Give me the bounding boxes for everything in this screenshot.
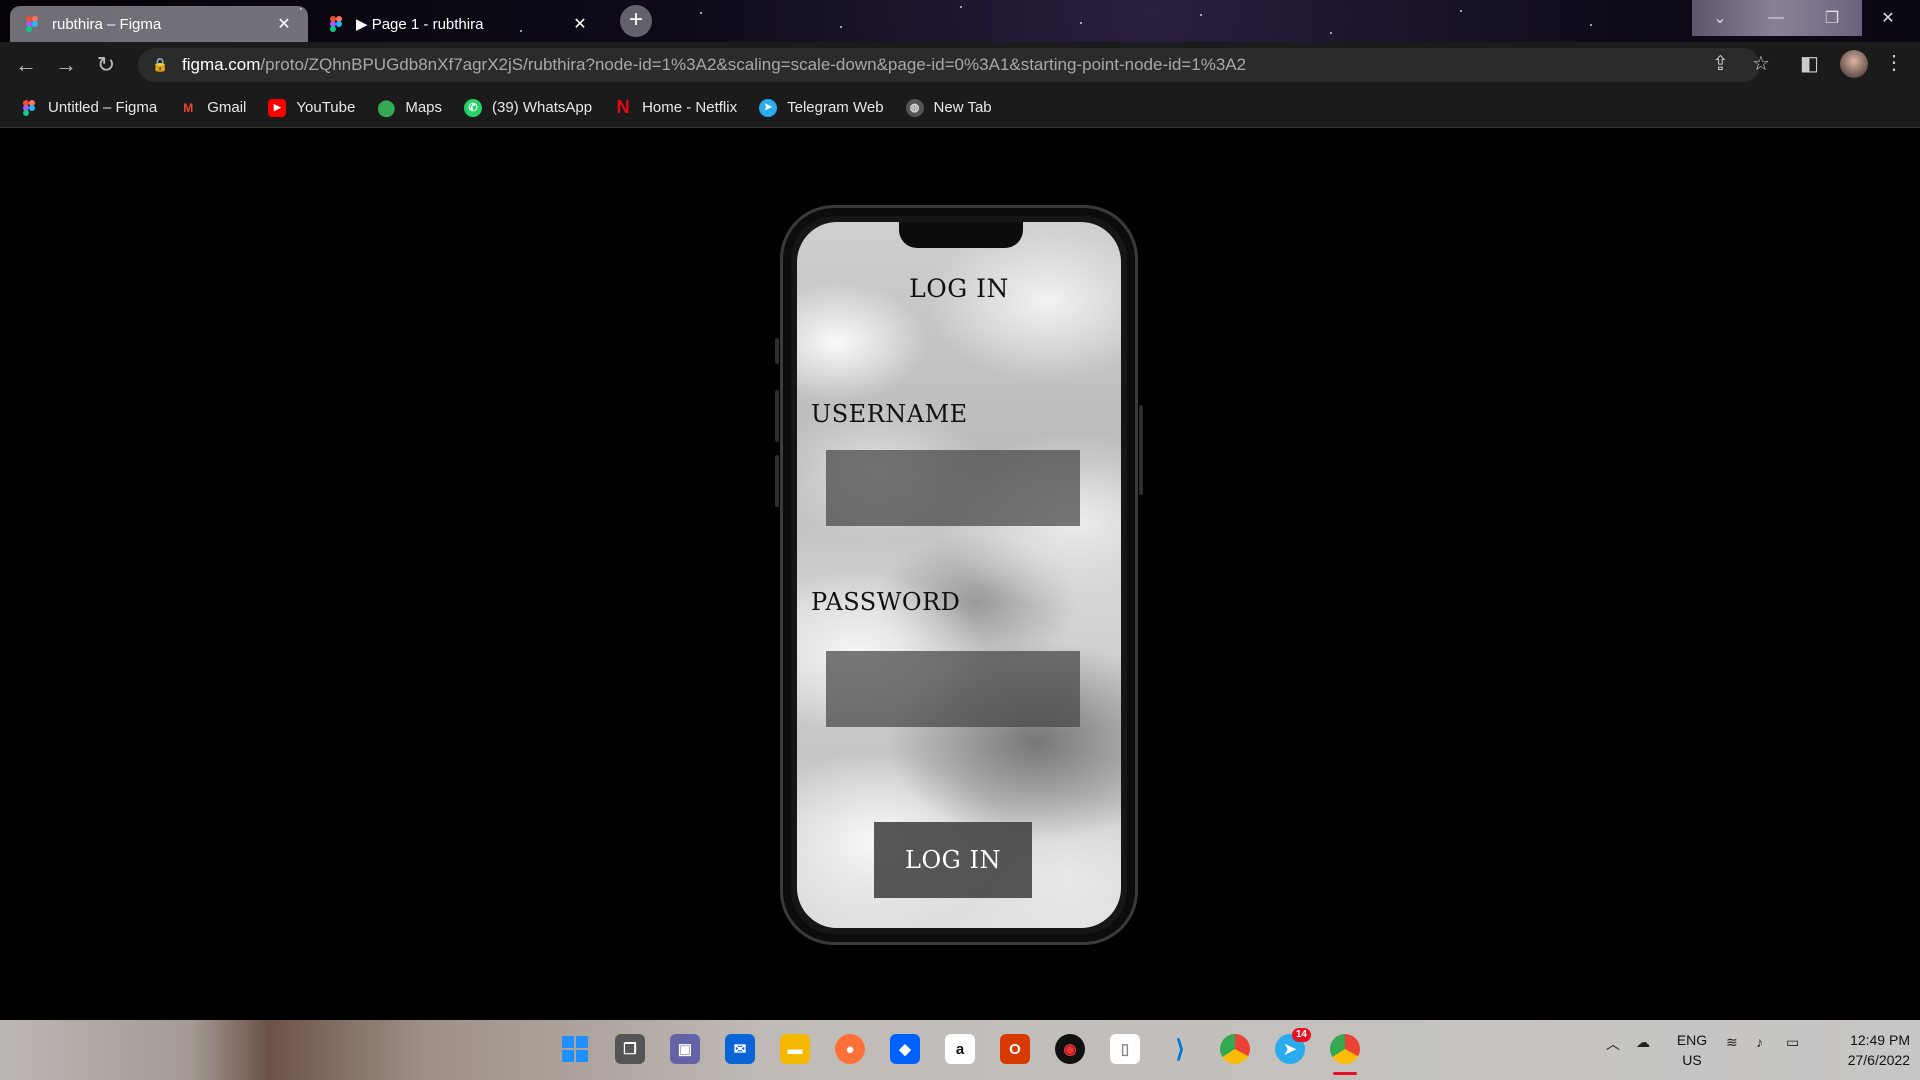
phone-volume-down bbox=[775, 455, 779, 507]
forward-icon[interactable]: → bbox=[52, 51, 80, 79]
lock-icon: 🔒 bbox=[152, 57, 169, 72]
maps-icon: ⬤ bbox=[377, 99, 396, 117]
tab-page1-rubthira[interactable]: ▶ Page 1 - rubthira ✕ bbox=[314, 6, 604, 42]
bookmark-label: YouTube bbox=[296, 99, 356, 116]
bookmark-label: Telegram Web bbox=[787, 99, 884, 116]
bookmark-label: (39) WhatsApp bbox=[492, 99, 593, 116]
page-title: LOG IN bbox=[909, 274, 1009, 303]
login-button[interactable]: LOG IN bbox=[874, 822, 1032, 898]
close-window-icon[interactable]: ✕ bbox=[1860, 0, 1916, 36]
globe-icon: ◍ bbox=[905, 98, 924, 117]
profile-avatar[interactable] bbox=[1840, 50, 1868, 78]
language-indicator[interactable]: ENG US bbox=[1672, 1030, 1712, 1070]
telegram-badge: 14 bbox=[1291, 1028, 1311, 1042]
figma-icon bbox=[20, 99, 38, 117]
login-screen: LOG IN USERNAME PASSWORD LOG IN bbox=[797, 222, 1121, 928]
url-domain: figma.com bbox=[182, 55, 261, 74]
netflix-icon: N bbox=[616, 97, 630, 117]
wifi-icon[interactable]: ≋ bbox=[1726, 1034, 1738, 1051]
gmail-icon: M bbox=[183, 100, 194, 115]
clock[interactable]: 12:49 PM 27/6/2022 bbox=[1820, 1030, 1910, 1070]
chrome-active-icon[interactable] bbox=[1330, 1034, 1360, 1064]
app-red-icon[interactable]: ◉ bbox=[1055, 1034, 1085, 1064]
username-label: USERNAME bbox=[811, 400, 968, 428]
tray-overflow-icon[interactable]: ︿ bbox=[1606, 1034, 1620, 1054]
phone-power-button bbox=[1139, 405, 1143, 495]
phone-volume-up bbox=[775, 390, 779, 442]
file-explorer-icon[interactable]: ▬ bbox=[780, 1034, 810, 1064]
bookmark-maps[interactable]: ⬤ Maps bbox=[377, 99, 442, 117]
phone-silent-switch bbox=[775, 338, 779, 364]
bookmark-untitled-figma[interactable]: Untitled – Figma bbox=[20, 99, 157, 117]
tab-label: rubthira – Figma bbox=[52, 15, 162, 33]
bookmark-label: Gmail bbox=[207, 99, 247, 116]
telegram-icon[interactable]: ➤ 14 bbox=[1275, 1028, 1311, 1064]
restore-icon[interactable]: ❐ bbox=[1804, 0, 1860, 36]
tab-rubthira-figma[interactable]: rubthira – Figma ✕ bbox=[10, 6, 308, 42]
side-panel-icon[interactable]: ◧ bbox=[1800, 51, 1819, 76]
username-field[interactable] bbox=[826, 450, 1080, 526]
vscode-icon[interactable]: ⟩ bbox=[1165, 1034, 1195, 1064]
close-tab-icon[interactable]: ✕ bbox=[274, 14, 294, 34]
amazon-icon[interactable]: a bbox=[945, 1034, 975, 1064]
clock-time: 12:49 PM bbox=[1850, 1032, 1910, 1048]
bookmark-telegram[interactable]: ➤ Telegram Web bbox=[759, 98, 884, 117]
minimize-icon[interactable]: — bbox=[1748, 0, 1804, 36]
password-field[interactable] bbox=[826, 651, 1080, 727]
password-label: PASSWORD bbox=[811, 588, 961, 616]
back-icon[interactable]: ← bbox=[12, 51, 40, 79]
reload-icon[interactable]: ↻ bbox=[92, 51, 120, 79]
dropbox-icon[interactable]: ◆ bbox=[890, 1034, 920, 1064]
phone-frame: LOG IN USERNAME PASSWORD LOG IN bbox=[780, 205, 1138, 945]
tab-search-icon[interactable]: ⌄ bbox=[1692, 0, 1748, 36]
bookmark-new-tab[interactable]: ◍ New Tab bbox=[905, 98, 992, 117]
browser-toolbar: ← → ↻ 🔒 figma.com/proto/ZQhnBPUGdb8nXf7a… bbox=[0, 42, 1920, 88]
share-icon[interactable]: ⇪ bbox=[1712, 51, 1729, 76]
bookmark-label: New Tab bbox=[933, 99, 992, 116]
clock-date: 27/6/2022 bbox=[1847, 1052, 1910, 1068]
start-icon[interactable] bbox=[560, 1034, 590, 1064]
bookmark-whatsapp[interactable]: ✆ (39) WhatsApp bbox=[464, 98, 593, 117]
mail-icon[interactable]: ✉ bbox=[725, 1034, 755, 1064]
chrome-icon[interactable] bbox=[1220, 1034, 1250, 1064]
phone-notch bbox=[899, 222, 1023, 248]
volume-icon[interactable]: ♪ bbox=[1756, 1034, 1763, 1050]
bookmarks-bar: Untitled – Figma M Gmail ▶ YouTube ⬤ Map… bbox=[0, 88, 1920, 128]
onedrive-icon[interactable]: ☁ bbox=[1636, 1034, 1650, 1051]
bookmark-netflix[interactable]: N Home - Netflix bbox=[614, 97, 738, 117]
bookmark-label: Home - Netflix bbox=[642, 99, 738, 116]
task-view-icon[interactable]: ❐ bbox=[615, 1034, 645, 1064]
figma-icon bbox=[24, 16, 40, 32]
bookmark-youtube[interactable]: ▶ YouTube bbox=[268, 98, 356, 117]
telegram-icon: ➤ bbox=[759, 98, 778, 117]
firefox-icon[interactable]: ● bbox=[835, 1034, 865, 1064]
bookmark-label: Maps bbox=[405, 99, 443, 116]
teams-chat-icon[interactable]: ▣ bbox=[670, 1034, 700, 1064]
youtube-icon: ▶ bbox=[268, 98, 287, 117]
new-tab-button[interactable]: + bbox=[620, 5, 652, 37]
bookmark-star-icon[interactable]: ☆ bbox=[1752, 51, 1770, 76]
bookmark-gmail[interactable]: M Gmail bbox=[179, 99, 246, 117]
menu-icon[interactable]: ⋮ bbox=[1884, 50, 1904, 75]
active-app-indicator bbox=[1333, 1072, 1357, 1075]
region-code: US bbox=[1682, 1052, 1702, 1068]
file-icon[interactable]: ▯ bbox=[1110, 1034, 1140, 1064]
browser-title-bar: rubthira – Figma ✕ ▶ Page 1 - rubthira ✕… bbox=[0, 0, 1920, 42]
taskbar: ❐ ▣ ✉ ▬ ● ◆ a O ◉ ▯ ⟩ ➤ 14 ︿ ☁ ENG US ≋ … bbox=[0, 1020, 1920, 1080]
tab-label: ▶ Page 1 - rubthira bbox=[356, 16, 484, 33]
office-icon[interactable]: O bbox=[1000, 1034, 1030, 1064]
language-code: ENG bbox=[1676, 1032, 1708, 1048]
battery-icon[interactable]: ▭ bbox=[1786, 1034, 1799, 1051]
whatsapp-icon: ✆ bbox=[464, 98, 483, 117]
address-bar[interactable]: 🔒 figma.com/proto/ZQhnBPUGdb8nXf7agrX2jS… bbox=[138, 48, 1760, 82]
url-path: /proto/ZQhnBPUGdb8nXf7agrX2jS/rubthira?n… bbox=[260, 55, 1247, 74]
bookmark-label: Untitled – Figma bbox=[48, 99, 158, 116]
figma-icon bbox=[328, 16, 344, 32]
close-tab-icon[interactable]: ✕ bbox=[570, 14, 590, 34]
